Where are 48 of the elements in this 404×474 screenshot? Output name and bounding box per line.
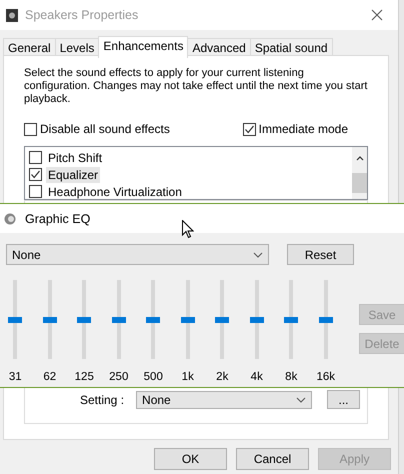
frequency-label: 1k bbox=[182, 371, 194, 383]
effect-item[interactable]: Equalizer bbox=[46, 166, 100, 182]
preset-dropdown[interactable]: None bbox=[6, 244, 269, 265]
frequency-label: 8k bbox=[285, 371, 298, 383]
window-title: Speakers Properties bbox=[25, 8, 138, 22]
description-text: Select the sound effects to apply for your current listening configuration. Changes may not take effect until the next time you start playback. bbox=[24, 67, 368, 106]
effect-item[interactable]: Headphone Virtualization bbox=[46, 184, 184, 199]
chevron-down-icon bbox=[253, 252, 263, 258]
checkbox[interactable] bbox=[29, 168, 42, 181]
slider-thumb[interactable] bbox=[77, 316, 92, 322]
slider-thumb[interactable] bbox=[112, 316, 126, 322]
frequency-label: 125 bbox=[74, 371, 94, 383]
close-icon[interactable] bbox=[371, 9, 383, 21]
frequency-label: 250 bbox=[109, 371, 128, 383]
setting-dropdown[interactable]: None bbox=[136, 390, 312, 408]
frequency-label: 16k bbox=[316, 371, 336, 383]
slider-thumb[interactable] bbox=[180, 316, 195, 322]
slider-thumb[interactable] bbox=[8, 316, 22, 322]
checkmark-icon bbox=[30, 169, 41, 180]
checkbox[interactable] bbox=[29, 151, 42, 164]
frequency-label: 2k bbox=[216, 371, 228, 383]
slider-thumb[interactable] bbox=[250, 316, 264, 322]
dialog-button[interactable]: Cancel bbox=[236, 448, 309, 470]
effect-item[interactable]: Pitch Shift bbox=[46, 150, 104, 166]
more-button[interactable]: ... bbox=[327, 390, 360, 409]
checkbox[interactable] bbox=[29, 185, 42, 198]
checkmark-icon bbox=[244, 124, 255, 134]
frequency-label: 62 bbox=[43, 371, 56, 383]
slider-thumb[interactable] bbox=[215, 316, 230, 322]
reset-button[interactable]: Reset bbox=[287, 244, 354, 265]
chevron-down-icon bbox=[296, 396, 306, 402]
speaker-icon bbox=[6, 8, 18, 22]
checkbox-option[interactable]: Disable all sound effects bbox=[24, 122, 170, 136]
scroll-up-icon[interactable] bbox=[356, 155, 364, 161]
slider-thumb[interactable] bbox=[284, 316, 298, 322]
window-title: Graphic EQ bbox=[25, 212, 90, 226]
checkbox-option[interactable]: Immediate mode bbox=[242, 122, 348, 136]
slider-thumb[interactable] bbox=[318, 316, 333, 322]
frequency-label: 31 bbox=[8, 371, 22, 383]
slider-thumb[interactable] bbox=[42, 316, 57, 322]
speaker-icon bbox=[4, 212, 16, 224]
slider-thumb[interactable] bbox=[146, 316, 160, 322]
dialog-button[interactable]: OK bbox=[154, 448, 227, 470]
tab[interactable]: Enhancements bbox=[98, 36, 188, 58]
scrollbar[interactable] bbox=[352, 147, 367, 199]
setting-label: Setting : bbox=[80, 392, 124, 406]
frequency-label: 500 bbox=[144, 371, 163, 383]
frequency-label: 4k bbox=[250, 371, 263, 383]
